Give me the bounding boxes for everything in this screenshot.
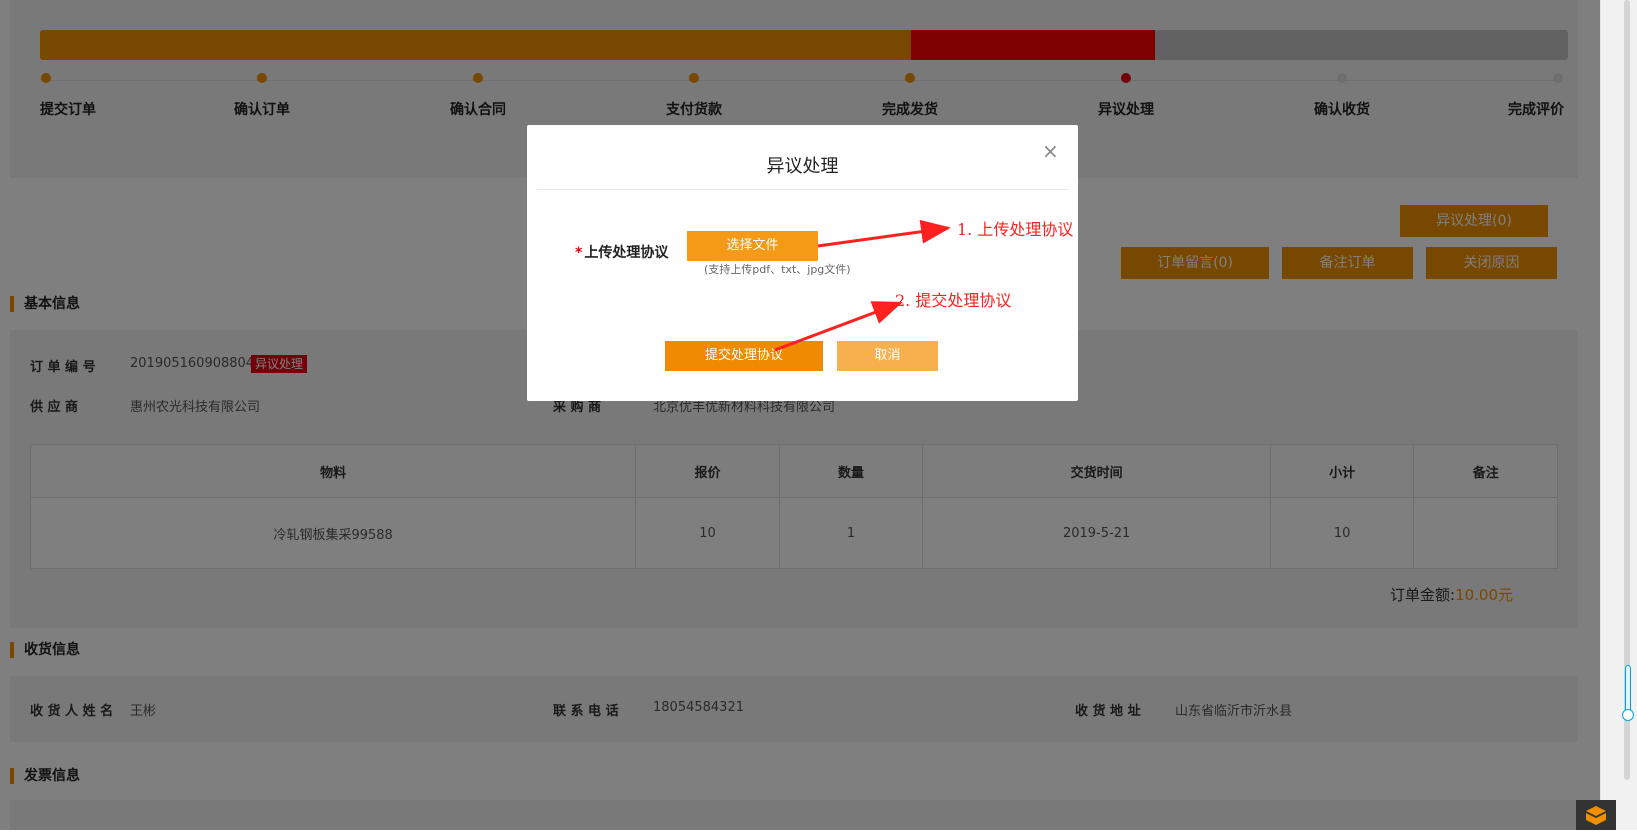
annotation-step-2: 2. 提交处理协议 (895, 291, 1012, 310)
close-icon[interactable]: × (1042, 139, 1059, 163)
choose-file-button[interactable]: 选择文件 (687, 231, 818, 261)
submit-agreement-button[interactable]: 提交处理协议 (665, 341, 823, 371)
box-logo-icon[interactable] (1576, 800, 1616, 830)
modal-divider (537, 189, 1068, 190)
thermometer-icon (1621, 665, 1634, 721)
required-mark: * (575, 245, 583, 261)
cancel-button[interactable]: 取消 (837, 341, 938, 371)
scrollbar-thumb[interactable] (1624, 0, 1630, 780)
file-type-hint: (支持上传pdf、txt、jpg文件) (704, 263, 851, 276)
upload-agreement-label: * 上传处理协议 (575, 242, 668, 262)
annotation-step-1: 1. 上传处理协议 (957, 220, 1074, 239)
modal-title: 异议处理 (766, 156, 839, 177)
upload-agreement-label-text: 上传处理协议 (584, 245, 669, 261)
dispute-modal: 异议处理 × * 上传处理协议 选择文件 (支持上传pdf、txt、jpg文件) … (527, 125, 1078, 401)
